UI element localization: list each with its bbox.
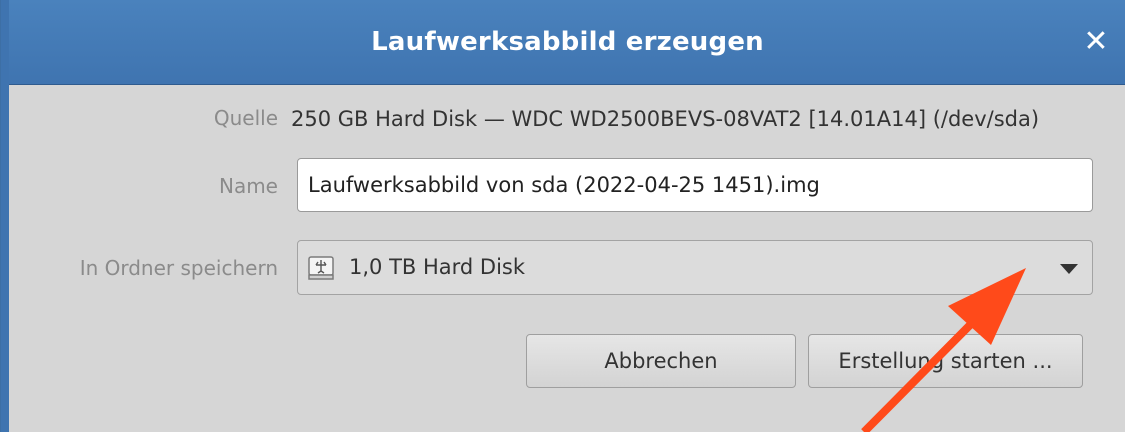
start-creation-button[interactable]: Erstellung starten ...: [808, 334, 1083, 388]
cancel-button[interactable]: Abbrechen: [526, 334, 796, 388]
dialog-content: Quelle 250 GB Hard Disk — WDC WD2500BEVS…: [9, 86, 1125, 432]
folder-label: In Ordner speichern: [79, 256, 278, 280]
source-label: Quelle: [213, 106, 278, 130]
window-title: Laufwerksabbild erzeugen: [371, 27, 764, 57]
titlebar[interactable]: Laufwerksabbild erzeugen ✕: [9, 0, 1125, 86]
chevron-down-icon[interactable]: [1060, 264, 1078, 274]
close-icon[interactable]: ✕: [1078, 24, 1114, 60]
screen: Laufwerksabbild erzeugen ✕ Quelle 250 GB…: [0, 0, 1125, 432]
hard-disk-icon: [308, 256, 334, 280]
folder-select-value: 1,0 TB Hard Disk: [349, 255, 526, 279]
window-frame-left: [1, 0, 9, 432]
create-disk-image-dialog: Laufwerksabbild erzeugen ✕ Quelle 250 GB…: [0, 0, 1125, 432]
name-input[interactable]: [297, 158, 1093, 212]
name-label: Name: [218, 174, 278, 198]
source-value: 250 GB Hard Disk — WDC WD2500BEVS-08VAT2…: [291, 107, 1040, 131]
folder-select[interactable]: 1,0 TB Hard Disk: [297, 240, 1093, 295]
